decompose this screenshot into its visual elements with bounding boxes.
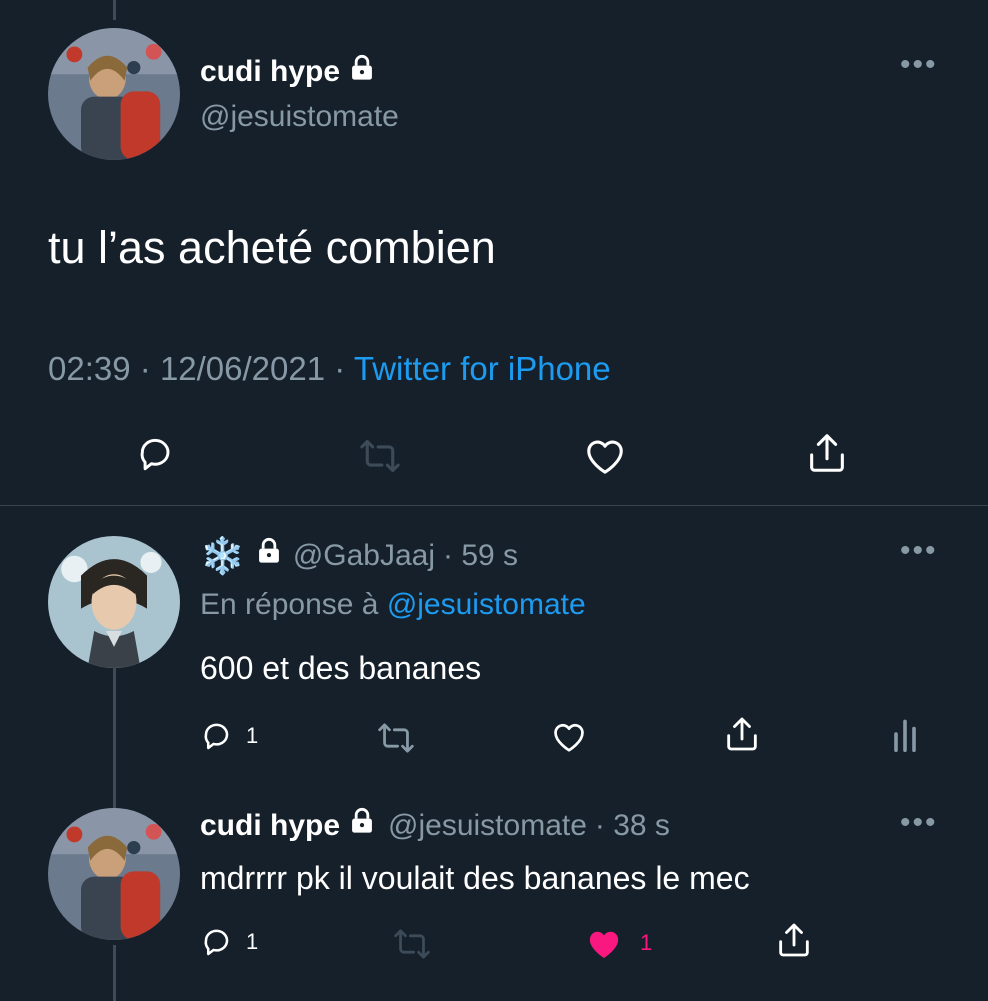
divider: [0, 505, 988, 506]
separator: ·: [139, 350, 151, 387]
thread-line-reply1: [113, 668, 116, 808]
avatar-tennis-image: [48, 28, 180, 160]
tweet-text: tu l’as acheté combien: [48, 222, 496, 273]
reply-button[interactable]: [135, 432, 179, 476]
like-icon: [587, 440, 623, 474]
avatar-tennis-image: [48, 808, 180, 940]
share-icon: [779, 923, 809, 957]
separator: ·: [334, 350, 346, 387]
retweet-button: [358, 436, 402, 476]
like-count: 1: [640, 930, 653, 955]
reply2-time: · 38 s: [594, 809, 670, 842]
like-icon: [554, 724, 584, 752]
reply2-header: cudi hype @jesuistomate · 38 s: [200, 806, 670, 846]
reply1-display-name[interactable]: ❄️: [200, 536, 245, 576]
reply1-handle[interactable]: @GabJaaj: [293, 536, 435, 576]
share-button[interactable]: [774, 920, 814, 960]
like-filled-icon: [589, 931, 619, 958]
reply-icon: [140, 438, 170, 471]
lock-icon: [348, 806, 376, 846]
retweet-icon: [394, 929, 430, 959]
in-reply-prefix: En réponse à: [200, 588, 379, 621]
reply1-text: 600 et des bananes: [200, 650, 482, 686]
like-button[interactable]: [550, 718, 588, 754]
reply2-avatar[interactable]: [48, 808, 180, 940]
lock-icon: [255, 536, 283, 576]
tweet-time: 02:39: [48, 350, 131, 387]
more-icon[interactable]: •••: [900, 536, 938, 566]
thread-line-bottom: [113, 945, 116, 1001]
author-name-row: cudi hype: [200, 52, 376, 93]
analytics-button[interactable]: [892, 716, 918, 752]
reply1-in-reply: En réponse à @jesuistomate: [200, 588, 586, 622]
reply2-text: mdrrrr pk il voulait des bananes le mec: [200, 860, 750, 896]
more-icon[interactable]: •••: [900, 808, 938, 838]
tweet-source[interactable]: Twitter for iPhone: [354, 350, 611, 387]
reply2-author-name[interactable]: cudi hype: [200, 806, 340, 846]
reply1-avatar[interactable]: [48, 536, 180, 668]
more-icon[interactable]: •••: [900, 50, 938, 80]
reply-button[interactable]: 1: [200, 924, 258, 960]
share-icon: [810, 434, 844, 472]
reply-icon: [204, 929, 229, 956]
avatar-anime-image: [48, 536, 180, 668]
author-avatar[interactable]: [48, 28, 180, 160]
retweet-button: [376, 720, 416, 756]
retweet-icon: [378, 723, 414, 753]
thread-line-top: [113, 0, 116, 20]
lock-icon: [348, 53, 376, 93]
reply-count: 1: [246, 723, 259, 748]
reply-icon: [204, 723, 229, 750]
author-name[interactable]: cudi hype: [200, 55, 340, 88]
analytics-icon: [894, 719, 916, 752]
like-button[interactable]: [582, 434, 628, 476]
share-button[interactable]: [804, 430, 850, 476]
retweet-button: [392, 926, 432, 962]
share-icon: [727, 717, 757, 751]
in-reply-handle[interactable]: @jesuistomate: [387, 588, 586, 621]
reply1-time: · 59 s: [443, 539, 519, 572]
tweet-date: 12/06/2021: [159, 350, 326, 387]
reply-button[interactable]: 1: [200, 718, 258, 754]
reply1-header: ❄️ @GabJaaj · 59 s: [200, 536, 518, 576]
reply2-handle[interactable]: @jesuistomate: [388, 806, 587, 846]
like-button[interactable]: 1: [584, 924, 652, 962]
tweet-meta: 02:39 · 12/06/2021 · Twitter for iPhone: [48, 350, 611, 388]
author-handle[interactable]: @jesuistomate: [200, 100, 399, 134]
retweet-icon: [360, 439, 400, 473]
reply-count: 1: [246, 929, 259, 954]
share-button[interactable]: [722, 714, 762, 754]
